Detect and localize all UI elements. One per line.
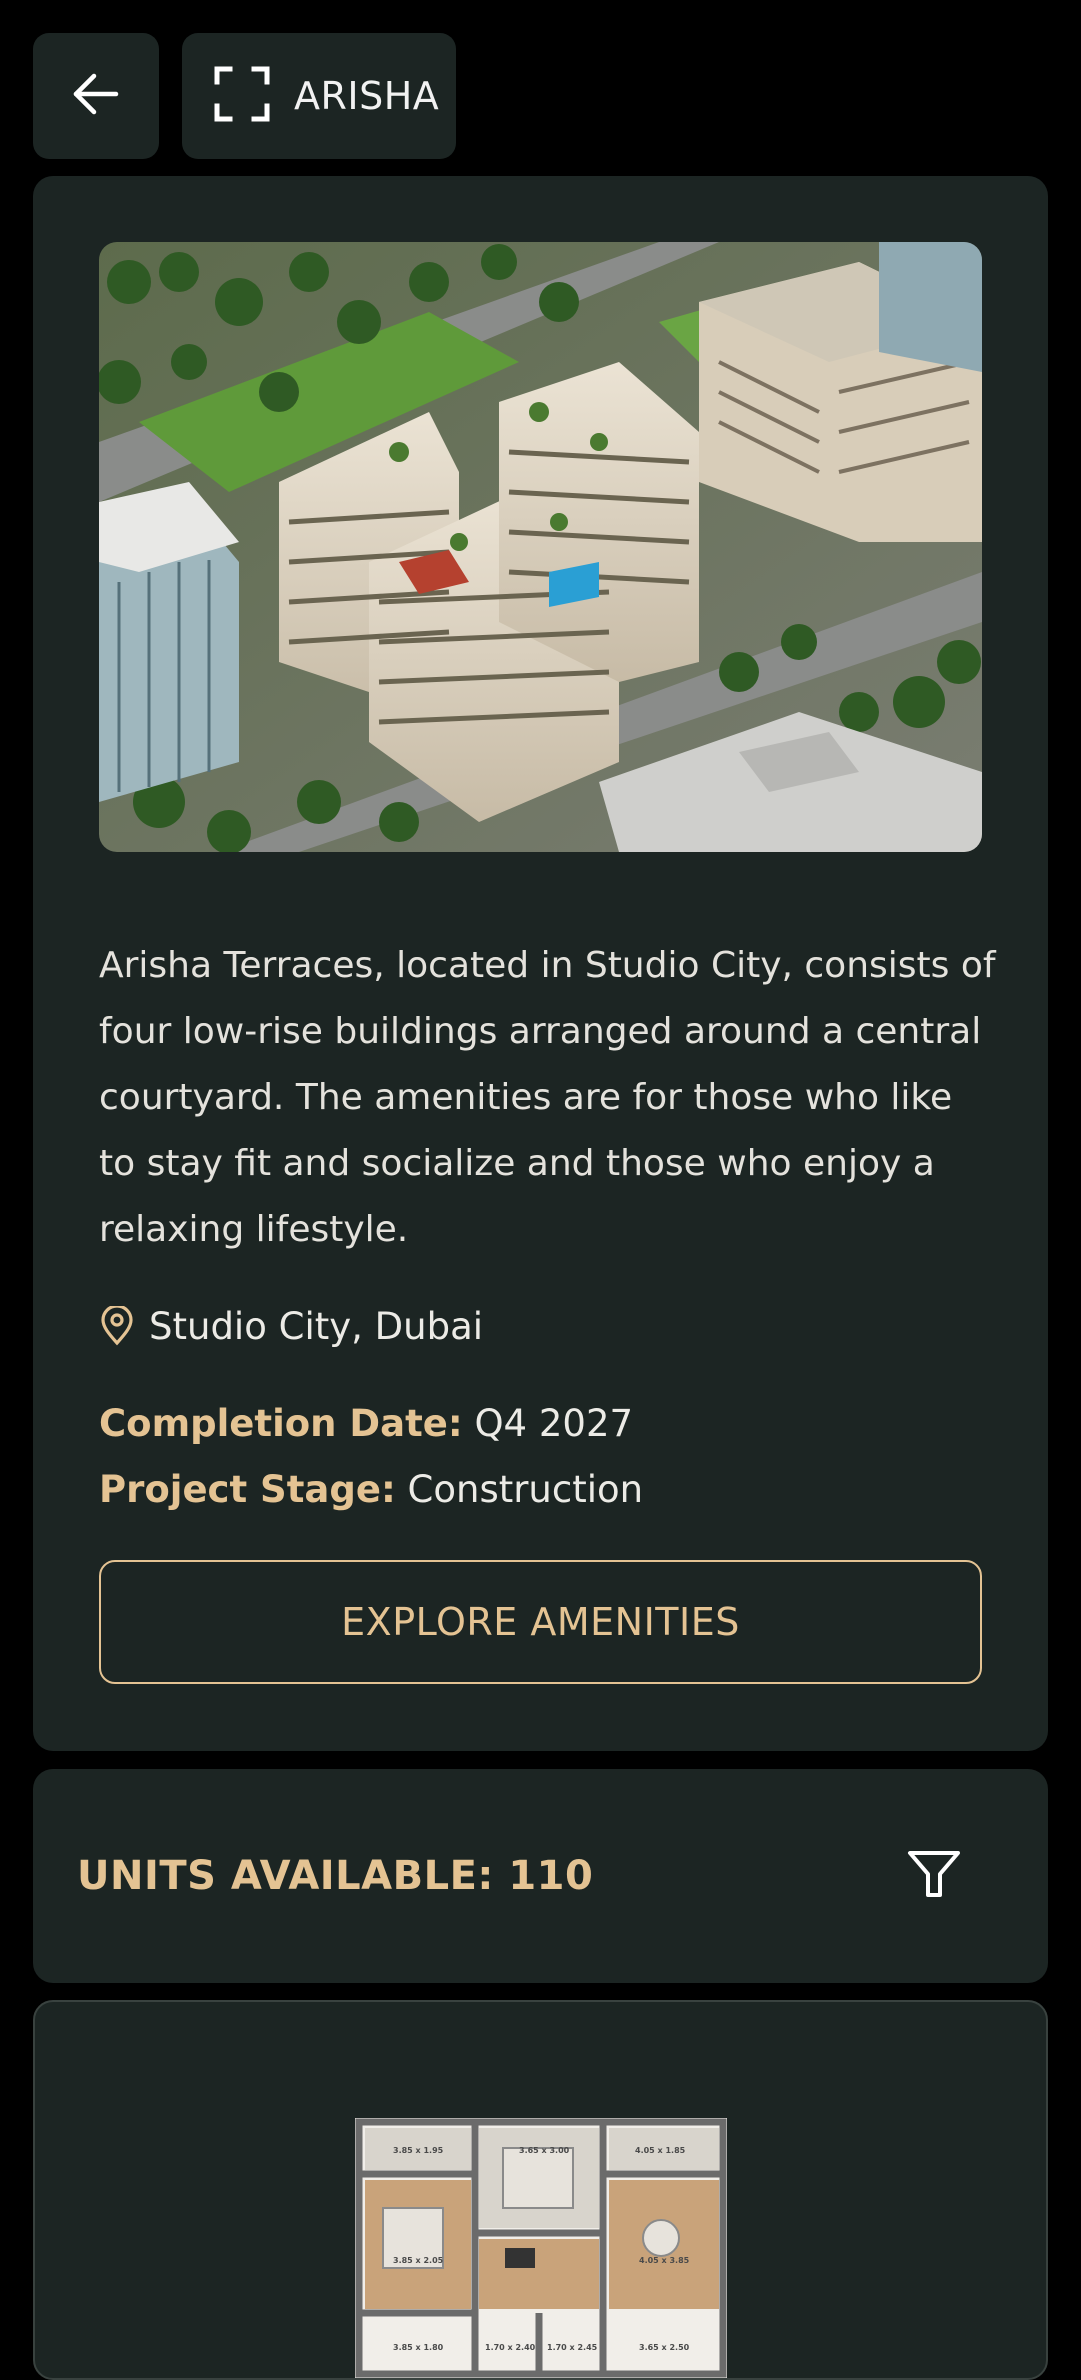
floorplan-dim-9: 3.65 x 2.50 — [639, 2343, 690, 2352]
unit-card[interactable]: 3.85 x 1.95 3.65 x 3.00 4.05 x 1.85 3.85… — [33, 2000, 1048, 2380]
fullscreen-button[interactable]: ARISHA — [182, 33, 456, 159]
project-stage-label: Project Stage: — [99, 1468, 396, 1511]
floorplan-dim-8: 1.70 x 2.45 — [547, 2343, 598, 2352]
project-image — [99, 242, 982, 852]
floorplan-dim-4: 3.85 x 2.05 — [393, 2256, 444, 2265]
project-location: Studio City, Dubai — [99, 1296, 483, 1356]
fullscreen-icon — [214, 66, 270, 126]
filter-button[interactable] — [903, 1845, 965, 1907]
units-available-title: UNITS AVAILABLE: 110 — [77, 1853, 594, 1899]
completion-date-value: Q4 2027 — [474, 1402, 634, 1445]
floorplan-dim-5: 4.05 x 3.85 — [639, 2256, 690, 2265]
floorplan-dim-1: 3.85 x 1.95 — [393, 2146, 444, 2155]
floorplan-dim-3: 4.05 x 1.85 — [635, 2146, 686, 2155]
completion-date-label: Completion Date: — [99, 1402, 463, 1445]
floorplan-dim-6: 3.85 x 1.80 — [393, 2343, 444, 2352]
arrow-left-icon — [70, 68, 122, 124]
location-text: Studio City, Dubai — [149, 1304, 484, 1348]
location-pin-icon — [99, 1306, 135, 1346]
units-available-card: UNITS AVAILABLE: 110 — [33, 1769, 1048, 1983]
filter-icon — [907, 1850, 961, 1902]
project-stage-value: Construction — [407, 1468, 644, 1511]
explore-amenities-button[interactable]: EXPLORE AMENITIES — [99, 1560, 982, 1684]
floorplan-dim-7: 1.70 x 2.40 — [485, 2343, 536, 2352]
project-name: ARISHA — [294, 74, 440, 118]
back-button[interactable] — [33, 33, 159, 159]
floorplan-image: 3.85 x 1.95 3.65 x 3.00 4.05 x 1.85 3.85… — [355, 2118, 727, 2378]
floorplan-dim-2: 3.65 x 3.00 — [519, 2146, 570, 2155]
project-card: Arisha Terraces, located in Studio City,… — [33, 176, 1048, 1751]
project-description: Arisha Terraces, located in Studio City,… — [99, 945, 996, 1250]
project-stage: Project Stage: Construction — [99, 1468, 643, 1511]
completion-date: Completion Date: Q4 2027 — [99, 1402, 633, 1445]
